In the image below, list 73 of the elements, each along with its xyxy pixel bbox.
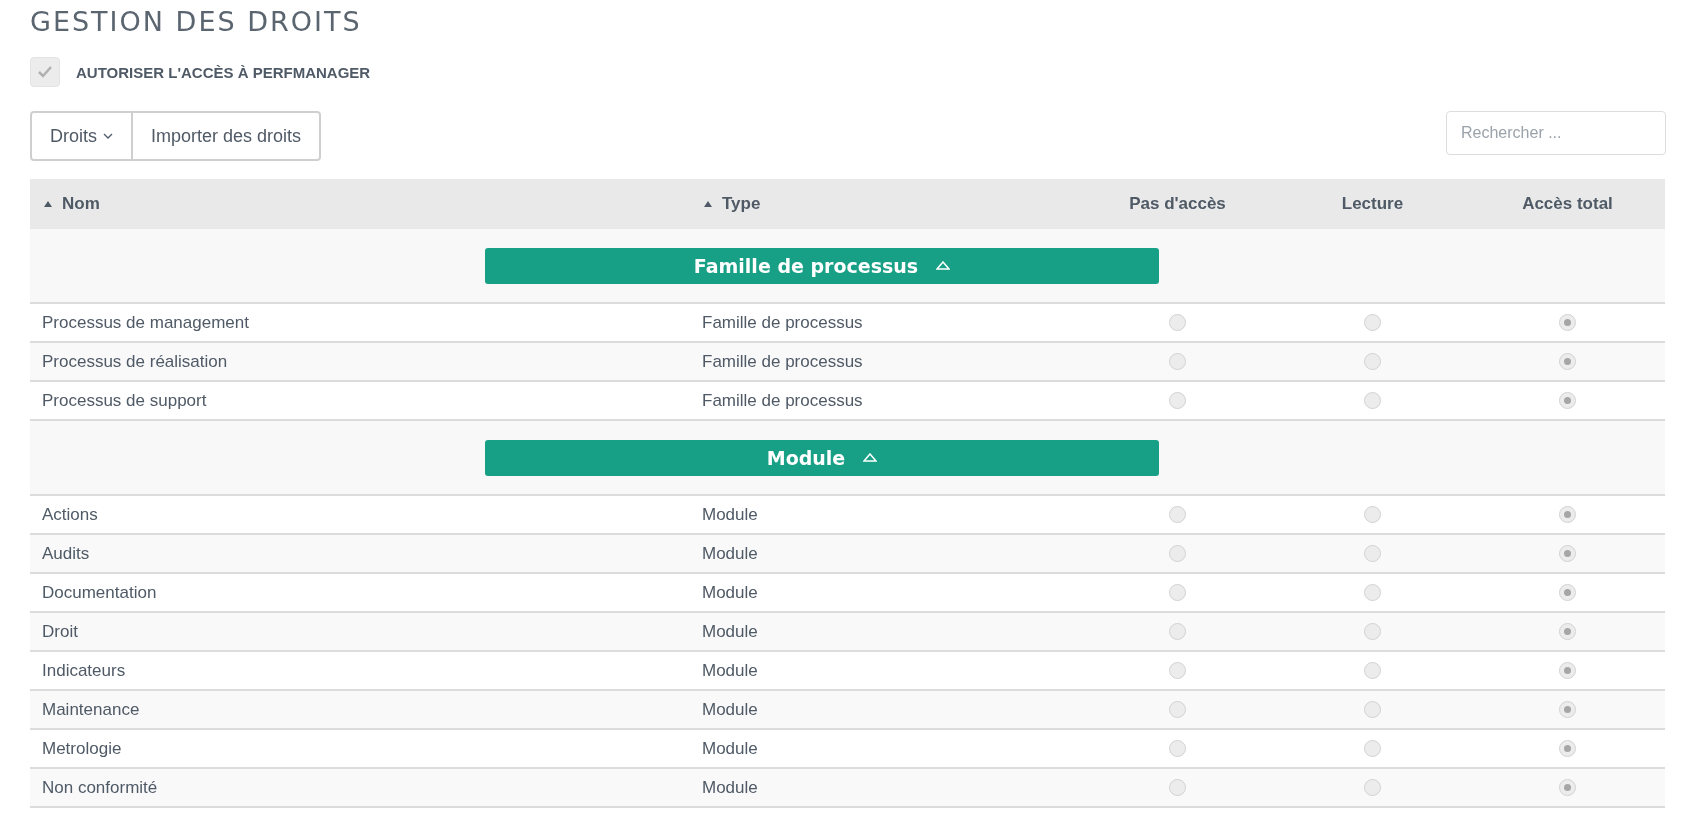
- access-radio[interactable]: [1559, 740, 1576, 757]
- chevron-down-icon: [103, 133, 113, 139]
- group-header-button[interactable]: Famille de processus: [485, 247, 1159, 284]
- name-cell-text: Audits: [41, 543, 90, 564]
- access-radio[interactable]: [1169, 662, 1186, 679]
- access-radio[interactable]: [1169, 701, 1186, 718]
- group-header-button[interactable]: Module: [485, 439, 1159, 476]
- access-radio[interactable]: [1364, 584, 1381, 601]
- type-cell-text: Module: [701, 582, 758, 603]
- access-radio[interactable]: [1364, 662, 1381, 679]
- access-radio[interactable]: [1364, 740, 1381, 757]
- type-cell-text: Module: [701, 777, 758, 798]
- name-cell-text: Non conformité: [41, 777, 158, 798]
- checkbox-label: AUTORISER L'ACCÈS À PERFMANAGER: [76, 63, 371, 81]
- name-cell-text: Actions: [41, 504, 98, 525]
- access-radio[interactable]: [1169, 392, 1186, 409]
- access-radio[interactable]: [1364, 545, 1381, 562]
- name-cell-text: Droit: [41, 621, 78, 642]
- type-cell-text: Famille de processus: [701, 312, 863, 333]
- access-radio[interactable]: [1559, 584, 1576, 601]
- access-radio[interactable]: [1169, 584, 1186, 601]
- access-radio[interactable]: [1559, 506, 1576, 523]
- access-radio[interactable]: [1169, 353, 1186, 370]
- access-radio[interactable]: [1169, 623, 1186, 640]
- access-radio[interactable]: [1559, 314, 1576, 331]
- access-radio[interactable]: [1169, 314, 1186, 331]
- column-header: Pas d'accès: [1129, 194, 1226, 214]
- caret-up-icon: [863, 453, 878, 462]
- column-header[interactable]: Nom: [62, 194, 100, 214]
- access-radio[interactable]: [1559, 662, 1576, 679]
- access-radio[interactable]: [1559, 779, 1576, 796]
- access-radio[interactable]: [1169, 506, 1186, 523]
- name-cell-text: Processus de réalisation: [41, 351, 228, 372]
- name-cell-text: Metrologie: [41, 738, 122, 759]
- name-cell-text: Processus de management: [41, 312, 249, 333]
- column-header: Accès total: [1522, 194, 1613, 214]
- access-radio[interactable]: [1364, 701, 1381, 718]
- type-cell-text: Module: [701, 543, 758, 564]
- access-radio[interactable]: [1559, 701, 1576, 718]
- access-radio[interactable]: [1559, 623, 1576, 640]
- type-cell-text: Famille de processus: [701, 351, 863, 372]
- type-cell-text: Module: [701, 660, 758, 681]
- dropdown-button[interactable]: Droits: [30, 111, 133, 161]
- sort-icon[interactable]: [704, 201, 712, 207]
- caret-up-icon: [936, 261, 951, 270]
- access-radio[interactable]: [1364, 623, 1381, 640]
- type-cell-text: Module: [701, 699, 758, 720]
- checkmark-icon: [37, 65, 53, 79]
- access-radio[interactable]: [1169, 740, 1186, 757]
- access-radio[interactable]: [1169, 779, 1186, 796]
- sort-icon[interactable]: [44, 201, 52, 207]
- access-radio[interactable]: [1364, 779, 1381, 796]
- import-button[interactable]: Importer des droits: [131, 111, 322, 161]
- page-title: GESTION DES DROITS: [30, 6, 363, 37]
- access-radio[interactable]: [1559, 353, 1576, 370]
- column-header[interactable]: Type: [722, 194, 761, 214]
- access-radio[interactable]: [1364, 314, 1381, 331]
- type-cell-text: Famille de processus: [701, 390, 863, 411]
- access-radio[interactable]: [1559, 392, 1576, 409]
- access-radio[interactable]: [1364, 392, 1381, 409]
- name-cell-text: Maintenance: [41, 699, 140, 720]
- type-cell-text: Module: [701, 504, 758, 525]
- access-radio[interactable]: [1169, 545, 1186, 562]
- name-cell-text: Documentation: [41, 582, 157, 603]
- access-radio[interactable]: [1364, 506, 1381, 523]
- type-cell-text: Module: [701, 738, 758, 759]
- access-radio[interactable]: [1364, 353, 1381, 370]
- access-radio[interactable]: [1559, 545, 1576, 562]
- name-cell-text: Processus de support: [41, 390, 207, 411]
- column-header: Lecture: [1341, 194, 1404, 214]
- search-field[interactable]: Rechercher ...: [1446, 111, 1666, 155]
- name-cell-text: Indicateurs: [41, 660, 126, 681]
- type-cell-text: Module: [701, 621, 758, 642]
